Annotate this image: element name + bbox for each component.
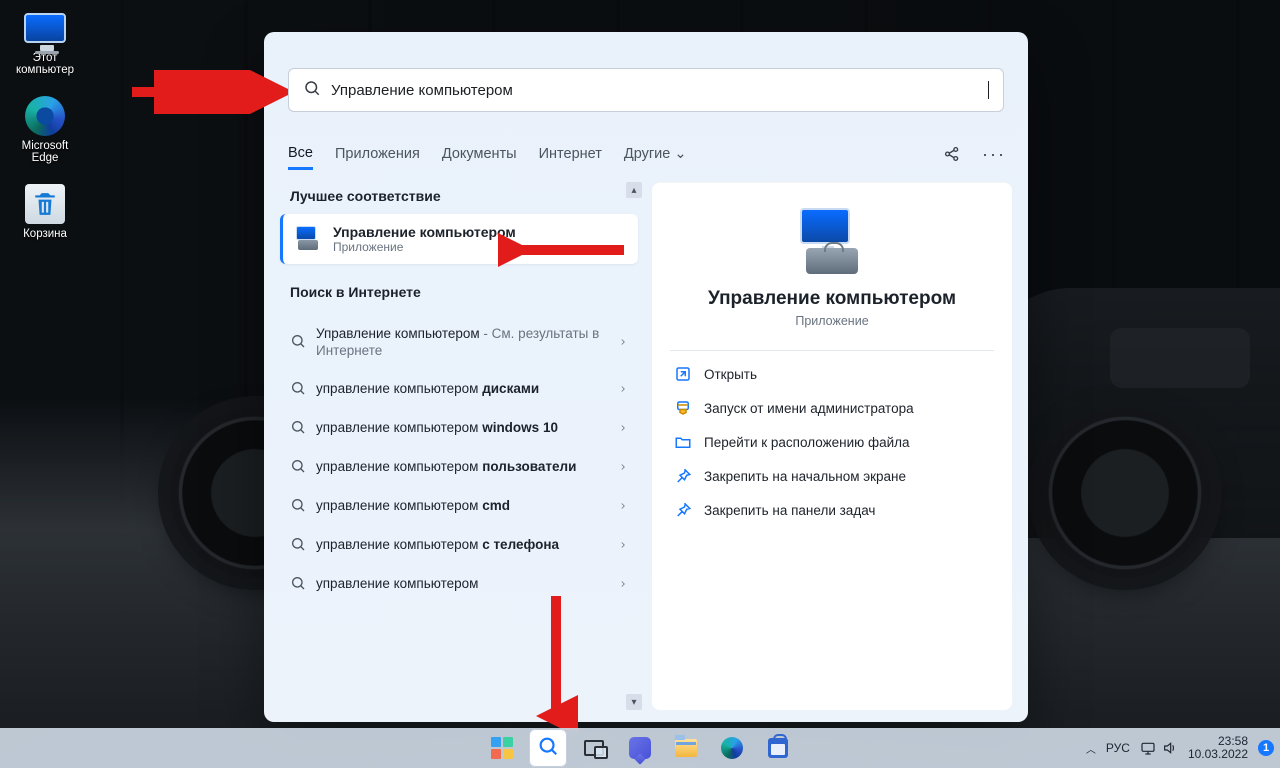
search-icon [290, 419, 306, 438]
action-pin-taskbar[interactable]: Закрепить на панели задач [670, 493, 994, 527]
tray-clock[interactable]: 23:58 10.03.2022 [1188, 735, 1248, 761]
file-explorer-icon [675, 739, 697, 757]
desktop-icon-label: Microsoft Edge [22, 140, 69, 164]
taskbar-chat-button[interactable] [621, 729, 659, 767]
more-options-icon[interactable]: ··· [984, 144, 1004, 164]
action-pin-start[interactable]: Закрепить на начальном экране [670, 459, 994, 493]
section-best-match: Лучшее соответствие [280, 182, 638, 214]
system-tray: ︿ РУС 23:58 10.03.2022 1 [1086, 728, 1274, 768]
computer-management-icon [295, 226, 321, 252]
pin-icon [674, 467, 692, 485]
search-icon [303, 79, 321, 102]
search-icon [290, 575, 306, 594]
shield-icon [674, 399, 692, 417]
taskbar-search-button[interactable] [529, 729, 567, 767]
best-match-result[interactable]: Управление компьютером Приложение [280, 214, 638, 264]
web-search-suggestion[interactable]: управление компьютером cmd [280, 487, 638, 526]
desktop-icon-label: Этот компьютер [16, 52, 74, 76]
tab-apps[interactable]: Приложения [335, 140, 420, 168]
tab-all[interactable]: Все [288, 139, 313, 170]
web-search-suggestion[interactable]: управление компьютером дисками [280, 370, 638, 409]
desktop-icon-recycle-bin[interactable]: Корзина [8, 182, 82, 240]
this-pc-icon [23, 6, 67, 50]
web-search-suggestion[interactable]: управление компьютером windows 10 [280, 409, 638, 448]
web-search-suggestion[interactable]: Управление компьютером - См. результаты … [280, 316, 638, 370]
desktop-icon-this-pc[interactable]: Этот компьютер [8, 6, 82, 76]
tray-overflow-button[interactable]: ︿ [1086, 741, 1096, 756]
taskbar-edge-button[interactable] [713, 729, 751, 767]
tab-web[interactable]: Интернет [539, 140, 602, 168]
web-search-suggestion[interactable]: управление компьютером пользователи [280, 448, 638, 487]
desktop-icon-label: Корзина [23, 228, 67, 240]
tray-network-sound[interactable] [1140, 740, 1178, 756]
results-scrollbar[interactable]: ▴ ▾ [626, 182, 642, 710]
search-icon [290, 333, 306, 352]
tray-notification-badge[interactable]: 1 [1258, 740, 1274, 756]
details-subtitle: Приложение [670, 314, 994, 328]
results-column: Лучшее соответствие Управление компьютер… [280, 182, 638, 710]
text-caret [988, 81, 989, 99]
search-input[interactable] [331, 82, 978, 99]
details-pane: Управление компьютером Приложение Открыт… [652, 182, 1012, 710]
edge-icon [23, 94, 67, 138]
best-match-subtitle: Приложение [333, 240, 516, 254]
action-open-file-location[interactable]: Перейти к расположению файла [670, 425, 994, 459]
scroll-up-button[interactable]: ▴ [626, 182, 642, 198]
search-icon [290, 458, 306, 477]
search-icon [290, 380, 306, 399]
scroll-down-button[interactable]: ▾ [626, 694, 642, 710]
network-icon [1140, 740, 1156, 756]
pin-icon [674, 501, 692, 519]
details-title: Управление компьютером [670, 288, 994, 310]
tab-docs[interactable]: Документы [442, 140, 517, 168]
search-icon [537, 735, 559, 762]
chat-icon [629, 737, 651, 759]
taskbar-store-button[interactable] [759, 729, 797, 767]
start-button[interactable] [483, 729, 521, 767]
action-open[interactable]: Открыть [670, 357, 994, 391]
search-input-container[interactable] [288, 68, 1004, 112]
recycle-bin-icon [23, 182, 67, 226]
volume-icon [1162, 740, 1178, 756]
task-view-icon [584, 740, 604, 756]
task-view-button[interactable] [575, 729, 613, 767]
open-icon [674, 365, 692, 383]
taskbar: ︿ РУС 23:58 10.03.2022 1 [0, 728, 1280, 768]
windows-logo-icon [491, 737, 513, 759]
search-icon [290, 497, 306, 516]
best-match-title: Управление компьютером [333, 224, 516, 240]
folder-icon [674, 433, 692, 451]
web-search-suggestion[interactable]: управление компьютером [280, 565, 638, 604]
share-icon[interactable] [942, 144, 962, 164]
taskbar-explorer-button[interactable] [667, 729, 705, 767]
search-icon [290, 536, 306, 555]
microsoft-store-icon [768, 738, 788, 758]
details-app-icon [796, 208, 868, 280]
chevron-down-icon: ⌄ [674, 146, 686, 162]
start-search-panel: Все Приложения Документы Интернет Другие… [264, 32, 1028, 722]
edge-icon [721, 737, 743, 759]
desktop-icon-edge[interactable]: Microsoft Edge [8, 94, 82, 164]
tab-more[interactable]: Другие⌄ [624, 140, 687, 168]
web-search-suggestion[interactable]: управление компьютером с телефона [280, 526, 638, 565]
section-web-search: Поиск в Интернете [280, 278, 638, 310]
tray-language[interactable]: РУС [1106, 741, 1130, 755]
search-filter-tabs: Все Приложения Документы Интернет Другие… [288, 136, 1004, 172]
action-run-as-admin[interactable]: Запуск от имени администратора [670, 391, 994, 425]
